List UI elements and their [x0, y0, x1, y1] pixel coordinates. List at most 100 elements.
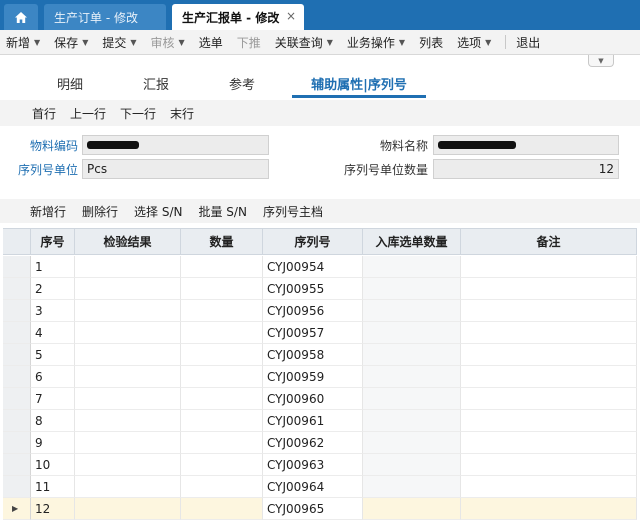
inbound-qty-cell[interactable] [363, 454, 461, 476]
quantity-cell[interactable] [181, 388, 263, 410]
inbound-qty-cell[interactable] [363, 344, 461, 366]
row-selector-cell[interactable] [3, 344, 31, 366]
push-down-button[interactable]: 下推 [237, 34, 261, 51]
add-row-button[interactable]: 新增行 [30, 203, 66, 220]
select-bill-button[interactable]: 选单 [199, 34, 223, 51]
seq-cell[interactable]: 12 [31, 498, 75, 520]
inbound-qty-cell[interactable] [363, 410, 461, 432]
serial-number-cell[interactable]: CYJ00960 [263, 388, 363, 410]
remark-cell[interactable] [461, 388, 637, 410]
inspection-result-cell[interactable] [75, 432, 181, 454]
quantity-cell[interactable] [181, 476, 263, 498]
first-row-button[interactable]: 首行 [32, 105, 56, 122]
options-button[interactable]: 选项 ▼ [457, 34, 491, 51]
material-name-field[interactable] [433, 135, 619, 155]
seq-cell[interactable]: 5 [31, 344, 75, 366]
seq-cell[interactable]: 9 [31, 432, 75, 454]
tab-reference[interactable]: 参考 [222, 74, 262, 98]
row-selector-cell[interactable] [3, 476, 31, 498]
serial-number-cell[interactable]: CYJ00958 [263, 344, 363, 366]
row-selector-header[interactable] [3, 229, 31, 255]
inbound-qty-cell[interactable] [363, 432, 461, 454]
column-header-inbound-qty[interactable]: 入库选单数量 [363, 229, 461, 255]
seq-cell[interactable]: 4 [31, 322, 75, 344]
quantity-cell[interactable] [181, 300, 263, 322]
row-selector-cell[interactable] [3, 454, 31, 476]
inbound-qty-cell[interactable] [363, 278, 461, 300]
quantity-cell[interactable] [181, 410, 263, 432]
next-row-button[interactable]: 下一行 [120, 105, 156, 122]
seq-cell[interactable]: 2 [31, 278, 75, 300]
last-row-button[interactable]: 末行 [170, 105, 194, 122]
select-sn-button[interactable]: 选择 S/N [134, 203, 182, 220]
serial-number-cell[interactable]: CYJ00964 [263, 476, 363, 498]
serial-number-cell[interactable]: CYJ00965 [263, 498, 363, 520]
close-icon[interactable]: × [286, 9, 296, 23]
list-button[interactable]: 列表 [419, 34, 443, 51]
inspection-result-cell[interactable] [75, 256, 181, 278]
remark-cell[interactable] [461, 498, 637, 520]
remark-cell[interactable] [461, 256, 637, 278]
submit-button[interactable]: 提交 ▼ [102, 34, 136, 51]
quantity-cell[interactable] [181, 432, 263, 454]
serial-number-cell[interactable]: CYJ00954 [263, 256, 363, 278]
previous-row-button[interactable]: 上一行 [70, 105, 106, 122]
table-row[interactable]: 7 CYJ00960 [3, 388, 637, 410]
quantity-cell[interactable] [181, 278, 263, 300]
serial-number-cell[interactable]: CYJ00955 [263, 278, 363, 300]
tab-detail[interactable]: 明细 [50, 74, 90, 98]
inspection-result-cell[interactable] [75, 300, 181, 322]
column-header-quantity[interactable]: 数量 [181, 229, 263, 255]
remark-cell[interactable] [461, 366, 637, 388]
tab-aux-attr-serial[interactable]: 辅助属性|序列号 [292, 74, 426, 98]
remark-cell[interactable] [461, 476, 637, 498]
inspection-result-cell[interactable] [75, 476, 181, 498]
row-selector-cell[interactable] [3, 388, 31, 410]
quantity-cell[interactable] [181, 322, 263, 344]
row-selector-cell[interactable] [3, 366, 31, 388]
table-row[interactable]: 2 CYJ00955 [3, 278, 637, 300]
serial-number-cell[interactable]: CYJ00961 [263, 410, 363, 432]
seq-cell[interactable]: 11 [31, 476, 75, 498]
inbound-qty-cell[interactable] [363, 476, 461, 498]
serial-number-cell[interactable]: CYJ00957 [263, 322, 363, 344]
quantity-cell[interactable] [181, 454, 263, 476]
new-button[interactable]: 新增 ▼ [6, 34, 40, 51]
serial-number-cell[interactable]: CYJ00956 [263, 300, 363, 322]
serial-unit-qty-field[interactable]: 12 [433, 159, 619, 179]
quantity-cell[interactable] [181, 498, 263, 520]
serial-number-cell[interactable]: CYJ00959 [263, 366, 363, 388]
seq-cell[interactable]: 10 [31, 454, 75, 476]
serial-number-cell[interactable]: CYJ00963 [263, 454, 363, 476]
collapse-toolbar-button[interactable]: ▼ [588, 55, 614, 67]
table-row[interactable]: 9 CYJ00962 [3, 432, 637, 454]
row-selector-cell[interactable]: ▶ [3, 498, 31, 520]
row-selector-cell[interactable] [3, 322, 31, 344]
inbound-qty-cell[interactable] [363, 366, 461, 388]
row-selector-cell[interactable] [3, 410, 31, 432]
table-row[interactable]: 11 CYJ00964 [3, 476, 637, 498]
seq-cell[interactable]: 1 [31, 256, 75, 278]
inspection-result-cell[interactable] [75, 388, 181, 410]
inspection-result-cell[interactable] [75, 322, 181, 344]
remark-cell[interactable] [461, 278, 637, 300]
inbound-qty-cell[interactable] [363, 388, 461, 410]
inspection-result-cell[interactable] [75, 410, 181, 432]
exit-button[interactable]: 退出 [516, 34, 540, 51]
table-row[interactable]: 8 CYJ00961 [3, 410, 637, 432]
remark-cell[interactable] [461, 432, 637, 454]
remark-cell[interactable] [461, 322, 637, 344]
batch-sn-button[interactable]: 批量 S/N [198, 203, 246, 220]
row-selector-cell[interactable] [3, 300, 31, 322]
table-row[interactable]: 5 CYJ00958 [3, 344, 637, 366]
tab-report[interactable]: 汇报 [136, 74, 176, 98]
quantity-cell[interactable] [181, 256, 263, 278]
column-header-serial-number[interactable]: 序列号 [263, 229, 363, 255]
inspection-result-cell[interactable] [75, 454, 181, 476]
table-row[interactable]: 1 CYJ00954 [3, 256, 637, 278]
tab-production-order[interactable]: 生产订单 - 修改 [44, 4, 166, 30]
business-operation-button[interactable]: 业务操作 ▼ [347, 34, 405, 51]
table-row[interactable]: 4 CYJ00957 [3, 322, 637, 344]
home-tab[interactable] [4, 4, 38, 30]
table-row[interactable]: 10 CYJ00963 [3, 454, 637, 476]
